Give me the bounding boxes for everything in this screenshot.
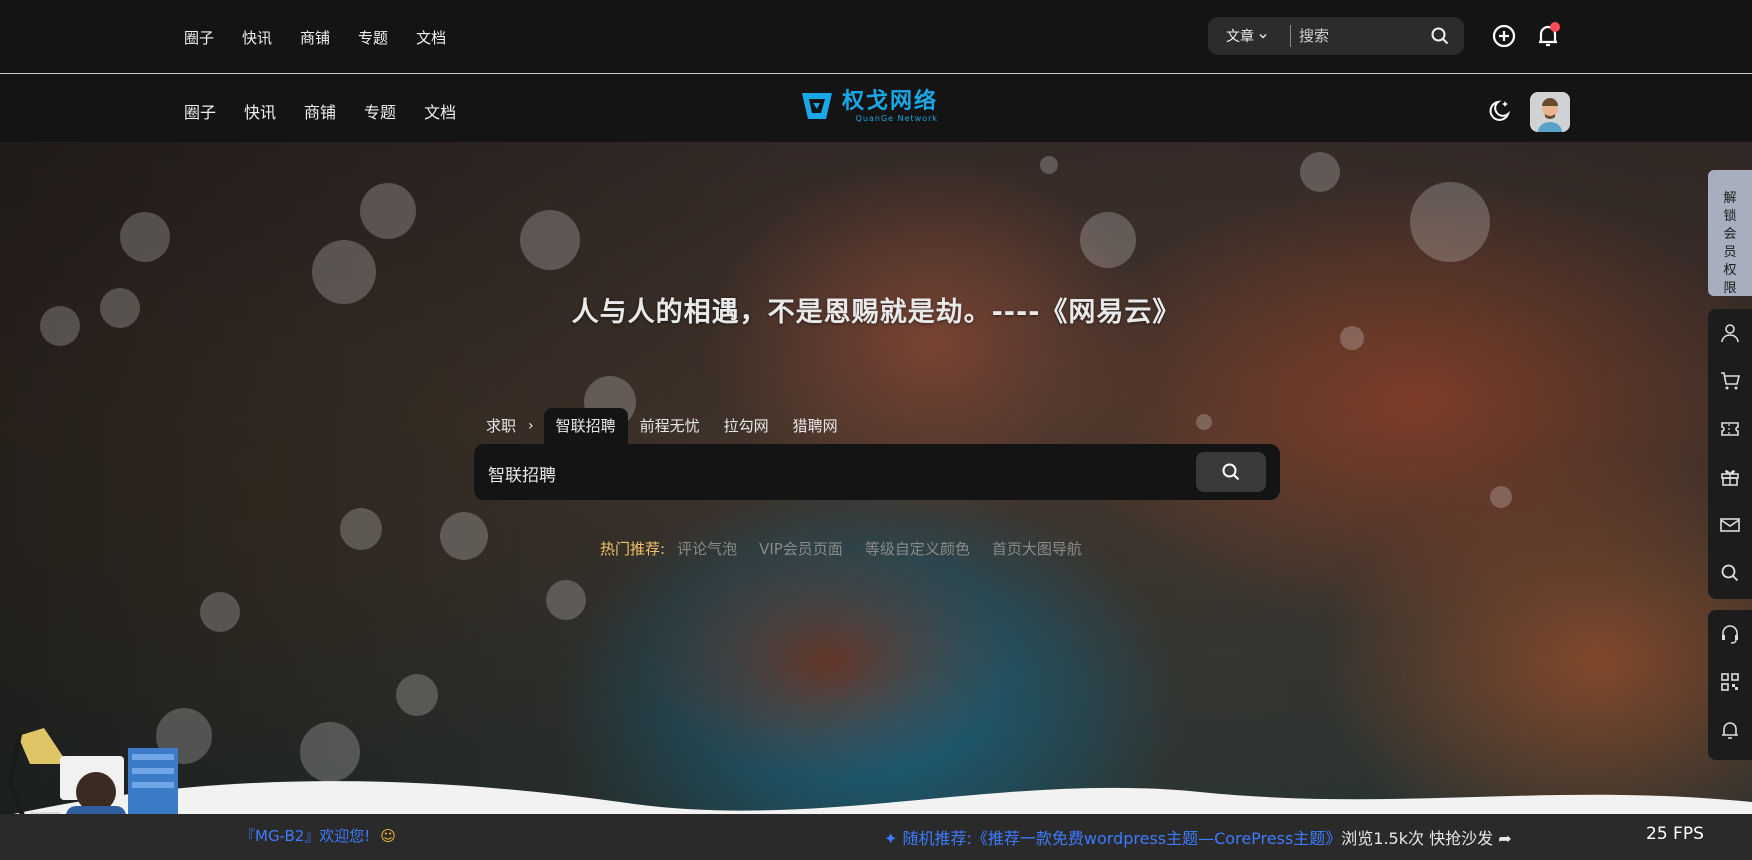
unlock-vip-label: 解锁会员权限: [1723, 191, 1737, 296]
cart-icon: [1721, 372, 1740, 390]
search-tab-lagou[interactable]: 拉勾网: [712, 408, 781, 444]
gift-icon: [1721, 470, 1739, 486]
chevron-down-icon: [1259, 34, 1267, 39]
logo-mark-icon: [802, 93, 832, 119]
bubble: [396, 674, 438, 716]
main-nav-item-docs[interactable]: 文档: [424, 99, 456, 123]
bubble: [520, 210, 580, 270]
search-category-select[interactable]: 文章: [1208, 26, 1290, 46]
top-nav-item-topic[interactable]: 专题: [358, 27, 388, 48]
bubble: [546, 580, 586, 620]
main-nav-item-shop[interactable]: 商铺: [304, 99, 336, 123]
mail-icon: [1720, 518, 1740, 532]
qrcode-icon: [1721, 673, 1739, 691]
hero-quote: 人与人的相遇，不是恩赐就是劫。----《网易云》: [571, 297, 1181, 328]
search-icon: [1721, 564, 1739, 582]
bubble: [1490, 486, 1512, 508]
unlock-vip-button[interactable]: 解锁会员权限: [1708, 170, 1752, 296]
logo-subtext: QuanGe Network: [855, 113, 939, 123]
top-nav-item-docs[interactable]: 文档: [416, 27, 446, 48]
dock-mail[interactable]: [1708, 501, 1752, 549]
notification-dot: [1550, 22, 1560, 32]
side-dock-secondary: [1708, 610, 1752, 760]
logo-text: 权戈网络: [842, 88, 939, 114]
welcome-text: 『MG-B2』欢迎您! ☺: [240, 825, 396, 846]
search-tabs-lead: 求职: [486, 417, 517, 435]
main-nav-item-topic[interactable]: 专题: [364, 99, 396, 123]
hot-item[interactable]: VIP会员页面: [759, 538, 843, 559]
ticket-icon: [1721, 422, 1739, 436]
dock-cart[interactable]: [1708, 357, 1752, 405]
bubble: [1080, 212, 1136, 268]
bubble: [1410, 182, 1490, 262]
pin-icon: ✦: [884, 829, 903, 848]
random-label: 随机推荐:: [902, 829, 972, 848]
hot-item[interactable]: 等级自定义颜色: [865, 538, 970, 559]
bubble: [120, 212, 170, 262]
search-icon: [1222, 463, 1240, 481]
chevron-right-icon: ›: [528, 418, 534, 434]
site-logo[interactable]: 权戈网络 QuanGe Network: [800, 89, 938, 123]
hero-search-input[interactable]: 智联招聘: [488, 461, 556, 486]
bubble: [360, 183, 416, 239]
hero-search-box[interactable]: 智联招聘: [474, 444, 1280, 500]
top-nav-item-news[interactable]: 快讯: [242, 27, 272, 48]
dock-support[interactable]: [1708, 610, 1752, 658]
moon-star-icon[interactable]: [1484, 98, 1512, 124]
bubble: [1340, 326, 1364, 350]
dock-gift[interactable]: [1708, 453, 1752, 501]
search-tab-51job[interactable]: 前程无忧: [628, 408, 712, 444]
random-article-link[interactable]: 《推荐一款免费wordpress主题—CorePress主题》: [972, 829, 1341, 848]
search-icon[interactable]: [1430, 26, 1450, 46]
bell-icon: [1722, 722, 1738, 739]
dock-ticket[interactable]: [1708, 405, 1752, 453]
top-search-input[interactable]: [1299, 27, 1429, 45]
hero-banner: 人与人的相遇，不是恩赐就是劫。----《网易云》 求职 › 智联招聘 前程无忧 …: [0, 142, 1752, 860]
dock-qrcode[interactable]: [1708, 658, 1752, 706]
plus-circle-icon[interactable]: [1492, 24, 1516, 48]
hot-recommend: 热门推荐: 评论气泡 VIP会员页面 等级自定义颜色 首页大图导航: [600, 538, 1104, 559]
hot-label: 热门推荐:: [600, 540, 666, 558]
bubble: [340, 508, 382, 550]
random-views: 浏览1.5k次: [1341, 829, 1424, 848]
hero-shade: [0, 142, 1752, 860]
bubble: [440, 512, 488, 560]
top-bar: 圈子 快讯 商铺 专题 文档 文章: [0, 0, 1752, 74]
welcome-label: 『MG-B2』欢迎您!: [240, 827, 371, 845]
hot-item[interactable]: 首页大图导航: [992, 538, 1082, 559]
user-icon: [1721, 324, 1739, 343]
dock-notify[interactable]: [1708, 706, 1752, 754]
main-nav: 圈子 快讯 商铺 专题 文档: [184, 99, 484, 123]
hero-search-button[interactable]: [1196, 452, 1266, 492]
top-nav-item-circle[interactable]: 圈子: [184, 27, 214, 48]
bubble: [1040, 156, 1058, 174]
fps-counter: 25 FPS: [1646, 824, 1704, 844]
bubble: [1300, 152, 1340, 192]
top-search: 文章: [1208, 17, 1464, 55]
search-category-label: 文章: [1226, 29, 1254, 45]
avatar-image: [1530, 92, 1570, 132]
bubble: [200, 592, 240, 632]
search-tabs: 求职 › 智联招聘 前程无忧 拉勾网 猎聘网: [474, 408, 850, 444]
main-header: 圈子 快讯 商铺 专题 文档 权戈网络 QuanGe Network: [0, 75, 1752, 142]
dock-user[interactable]: [1708, 309, 1752, 357]
smile-icon: ☺: [380, 827, 396, 845]
search-divider: [1290, 25, 1291, 47]
top-nav-item-shop[interactable]: 商铺: [300, 27, 330, 48]
share-arrow-icon[interactable]: ➦: [1498, 829, 1511, 848]
random-recommend: ✦ 随机推荐:《推荐一款免费wordpress主题—CorePress主题》浏览…: [884, 825, 1512, 849]
headset-icon: [1722, 625, 1738, 644]
random-action[interactable]: 快抢沙发: [1429, 829, 1493, 848]
bubble: [1196, 414, 1212, 430]
search-tab-liepin[interactable]: 猎聘网: [781, 408, 850, 444]
search-tab-zhilian[interactable]: 智联招聘: [543, 408, 628, 444]
side-dock: [1708, 309, 1752, 599]
top-nav: 圈子 快讯 商铺 专题 文档: [184, 27, 474, 48]
hot-item[interactable]: 评论气泡: [677, 538, 737, 559]
main-nav-item-circle[interactable]: 圈子: [184, 99, 216, 123]
dock-search[interactable]: [1708, 549, 1752, 597]
avatar[interactable]: [1530, 92, 1570, 132]
main-nav-item-news[interactable]: 快讯: [244, 99, 276, 123]
